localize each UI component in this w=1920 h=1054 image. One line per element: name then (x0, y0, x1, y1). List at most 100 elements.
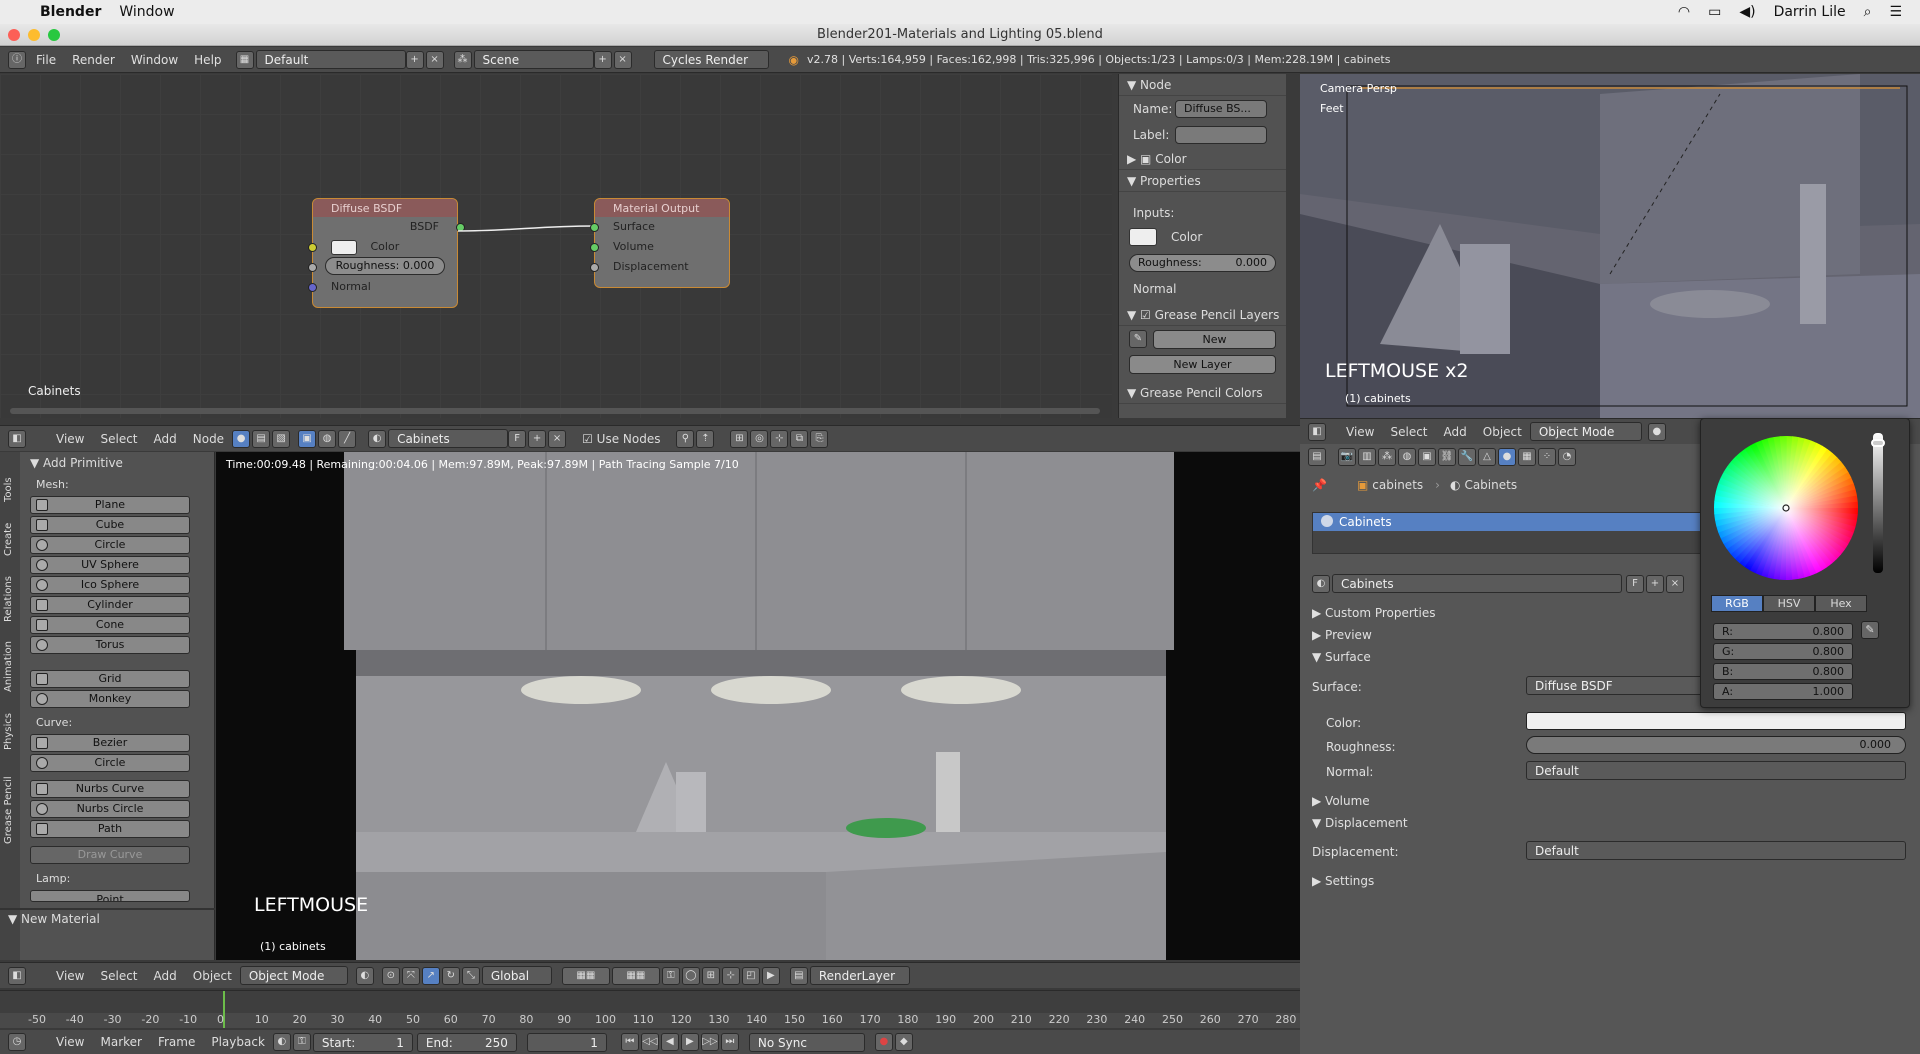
maximize-icon[interactable] (48, 29, 60, 41)
horizontal-scrollbar[interactable] (10, 408, 1100, 414)
view3d-menu-add[interactable]: Add (146, 969, 185, 983)
tab-animation[interactable]: Animation (3, 628, 14, 692)
props-menu-view[interactable]: View (1338, 425, 1382, 439)
menu-window[interactable]: Window (119, 4, 174, 20)
material-add-icon[interactable]: + (1646, 574, 1664, 593)
tool-nurbs-circle[interactable]: Nurbs Circle (30, 800, 190, 818)
play-reverse-icon[interactable]: ◀ (660, 1033, 679, 1051)
menu-file[interactable]: File (28, 53, 64, 67)
lock-range-icon[interactable]: ⚿ (292, 1033, 311, 1051)
layout-icon[interactable]: ▦ (235, 50, 254, 69)
tool-uv-sphere[interactable]: UV Sphere (30, 556, 190, 574)
layers-tab-icon[interactable]: ▥ (1358, 448, 1376, 466)
end-frame-field[interactable]: End: 250 (416, 1032, 517, 1052)
props-menu-object[interactable]: Object (1475, 425, 1530, 439)
jump-start-icon[interactable]: ⏮ (620, 1033, 639, 1051)
opengl-render-icon[interactable]: ◰ (741, 966, 760, 985)
world-tab-icon[interactable]: ◍ (1398, 448, 1416, 466)
shader-nodes-icon[interactable]: ● (232, 429, 251, 448)
timeline[interactable]: -50 -40 -30 -20 -10 0 10 20 30 40 50 60 70 80 90 100 110… (0, 990, 1300, 1028)
view3d-mode-select[interactable]: Object Mode (239, 966, 348, 985)
breadcrumb-object[interactable]: cabinets (1372, 478, 1423, 492)
copy-icon[interactable]: ⧉ (790, 429, 809, 448)
layers-a-icon[interactable]: ▦▦ (561, 966, 610, 985)
proportional-icon[interactable]: ◯ (681, 966, 700, 985)
jump-keyframe-fwd-icon[interactable]: ▷▷ (700, 1033, 719, 1051)
physics-tab-icon[interactable]: ◔ (1558, 448, 1576, 466)
render-layer-icon[interactable]: ▤ (789, 966, 808, 985)
snap-target-icon[interactable]: ⊹ (770, 429, 789, 448)
timeline-menu-view[interactable]: View (48, 1035, 92, 1049)
node-panel-header[interactable]: ▼ Node (1119, 74, 1286, 96)
props-editor-type-icon[interactable]: ◧ (1308, 422, 1326, 441)
inputs-color-swatch[interactable] (1129, 228, 1157, 246)
jump-keyframe-back-icon[interactable]: ◁◁ (640, 1033, 659, 1051)
a-field[interactable]: A: 1.000 (1713, 683, 1853, 700)
view3d-editor-type-icon[interactable]: ◧ (8, 966, 26, 985)
close-icon[interactable] (8, 29, 20, 41)
b-field[interactable]: B: 0.800 (1713, 663, 1853, 680)
material-unlink-icon[interactable]: × (1666, 574, 1684, 593)
color-wheel[interactable] (1711, 433, 1861, 583)
value-slider[interactable] (1871, 433, 1885, 573)
tool-grid[interactable]: Grid (30, 670, 190, 688)
add-primitive-header[interactable]: ▼ Add Primitive (30, 456, 123, 470)
tab-create[interactable]: Create (3, 512, 14, 556)
eyedropper-icon[interactable]: ✎ (1861, 621, 1879, 639)
constraints-tab-icon[interactable]: ⛓ (1438, 448, 1456, 466)
timeline-track[interactable] (0, 991, 1300, 1013)
view3d-menu-object[interactable]: Object (185, 969, 240, 983)
orientation-select[interactable]: Global (481, 966, 552, 985)
sync-select[interactable]: No Sync (748, 1032, 865, 1052)
tool-torus[interactable]: Torus (30, 636, 190, 654)
tool-bezier[interactable]: Bezier (30, 734, 190, 752)
object-tab-icon[interactable]: ▣ (1418, 448, 1436, 466)
translate-icon[interactable]: ↗ (421, 966, 440, 985)
node-material-select[interactable]: Cabinets (388, 429, 509, 448)
snap-element-icon[interactable]: ⊹ (721, 966, 740, 985)
lock-layers-icon[interactable]: ⚿ (661, 966, 680, 985)
node-editor-type-icon[interactable]: ◧ (8, 429, 26, 448)
timeline-menu-frame[interactable]: Frame (150, 1035, 203, 1049)
grease-colors-header[interactable]: ▼ Grease Pencil Colors (1119, 382, 1286, 404)
volume-icon[interactable]: ◀) (1739, 4, 1755, 20)
normal-select[interactable]: Default (1526, 761, 1906, 780)
tool-monkey[interactable]: Monkey (30, 690, 190, 708)
current-frame-field[interactable]: 1 (526, 1032, 607, 1052)
scene-tab-icon[interactable]: ⁂ (1378, 448, 1396, 466)
parent-icon[interactable]: ⇡ (696, 429, 715, 448)
displacement-input-socket[interactable] (590, 263, 599, 272)
modifiers-tab-icon[interactable]: 🔧 (1458, 448, 1476, 466)
props-mode-select[interactable]: Object Mode (1529, 422, 1642, 441)
tool-point[interactable]: Point (30, 890, 190, 902)
props-menu-select[interactable]: Select (1382, 425, 1435, 439)
tool-cube[interactable]: Cube (30, 516, 190, 534)
menu-render[interactable]: Render (64, 53, 123, 67)
opengl-anim-icon[interactable]: ▶ (761, 966, 780, 985)
pin-breadcrumb-icon[interactable]: 📌 (1312, 478, 1327, 492)
fake-user-button[interactable]: F (508, 429, 527, 448)
timeline-editor-type-icon[interactable]: ◷ (8, 1033, 26, 1051)
scene-icon[interactable]: ⁂ (453, 50, 472, 69)
object-shader-icon[interactable]: ▣ (298, 429, 317, 448)
rotate-icon[interactable]: ↻ (441, 966, 460, 985)
timeline-menu-marker[interactable]: Marker (92, 1035, 149, 1049)
layout-select[interactable]: Default (255, 50, 406, 69)
volume-header[interactable]: ▶ Volume (1312, 794, 1370, 808)
editor-type-icon[interactable]: ⓘ (8, 50, 26, 69)
snap-3d-icon[interactable]: ⊞ (701, 966, 720, 985)
data-tab-icon[interactable]: △ (1478, 448, 1496, 466)
color-picker-popup[interactable]: RGB HSV Hex R: 0.800 G: 0.800 B: 0.800 A: 1.… (1700, 418, 1910, 708)
surface-color-field[interactable] (1526, 712, 1906, 730)
new-material-header[interactable]: ▼ New Material (8, 912, 100, 926)
view3d-menu-select[interactable]: Select (92, 969, 145, 983)
add-scene-icon[interactable]: + (593, 50, 612, 69)
node-name-field[interactable]: Diffuse BS... (1175, 100, 1267, 118)
material-fake-user[interactable]: F (1626, 574, 1644, 593)
node-editor-canvas[interactable]: Diffuse BSDF BSDF Color Roughness: 0.000… (0, 74, 1112, 418)
surface-roughness-field[interactable]: 0.000 (1526, 736, 1906, 754)
add-layout-icon[interactable]: + (405, 50, 424, 69)
node-label-field[interactable] (1175, 126, 1267, 144)
tool-cylinder[interactable]: Cylinder (30, 596, 190, 614)
node-menu-select[interactable]: Select (92, 432, 145, 446)
